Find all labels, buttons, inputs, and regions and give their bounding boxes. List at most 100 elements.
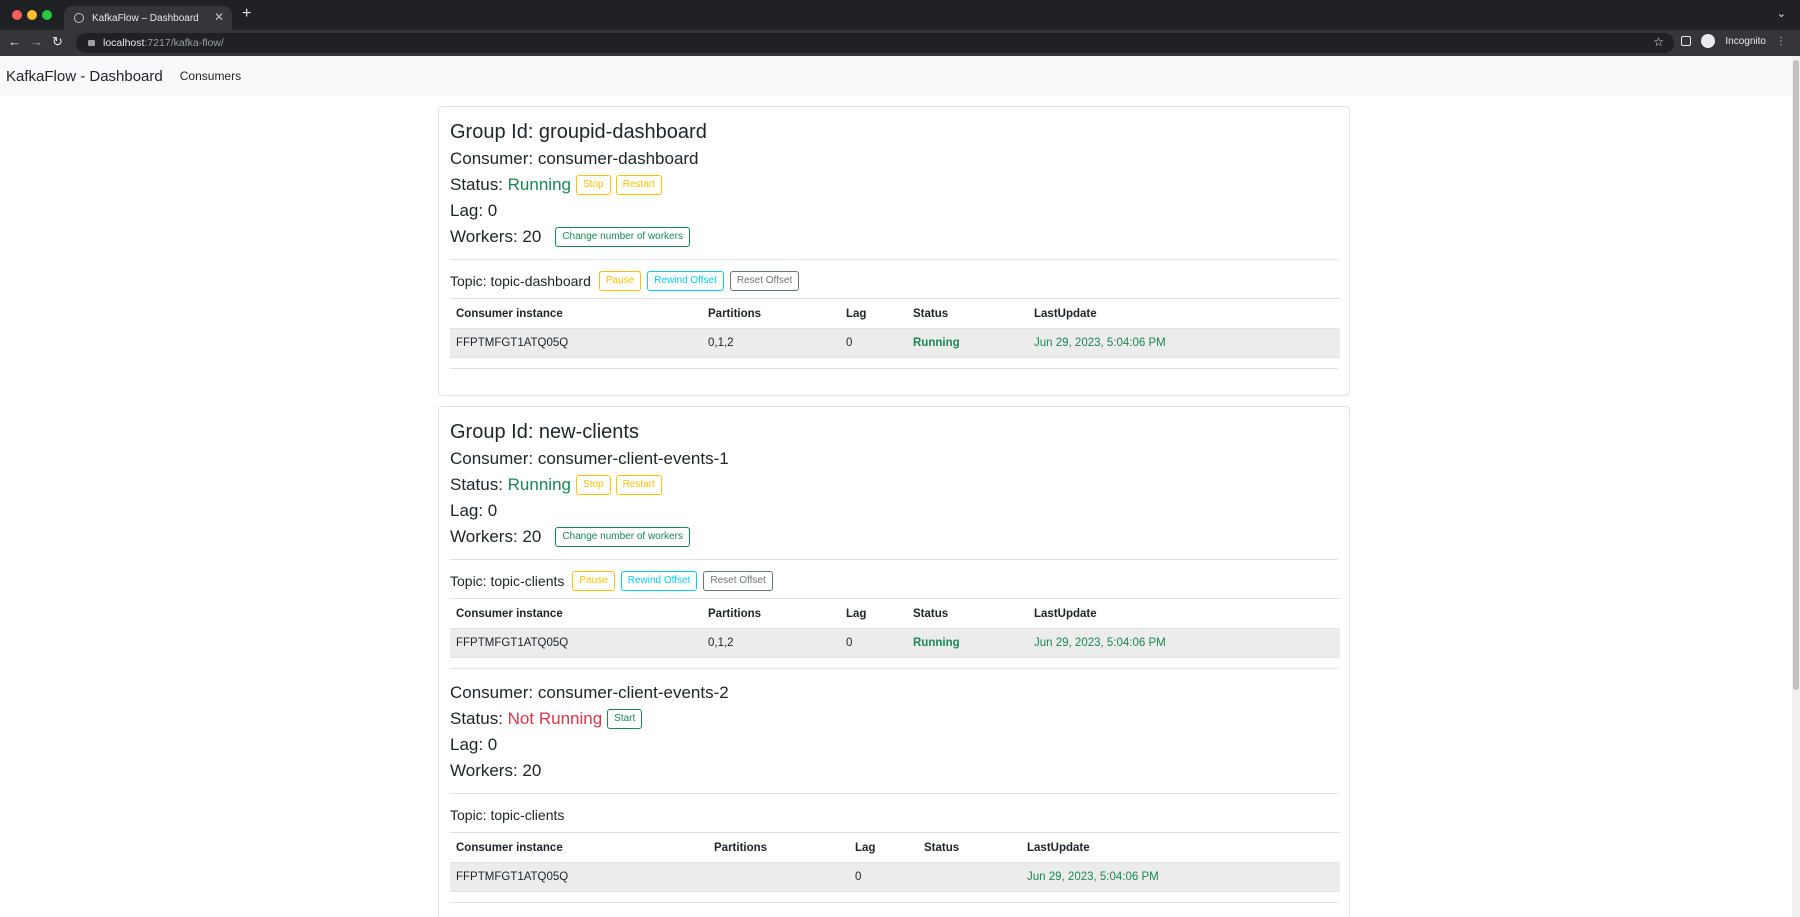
divider [450,559,1338,560]
start-button[interactable]: Start [607,709,643,729]
tab-title: KafkaFlow – Dashboard [92,12,199,24]
reset-offset-button[interactable]: Reset Offset [729,271,800,291]
scrollbar-thumb[interactable] [1793,60,1799,690]
cell-lag: 0 [840,328,907,358]
consumer-name: Consumer: consumer-client-events-2 [450,683,729,702]
cell-last-update: Jun 29, 2023, 5:04:06 PM [1021,862,1340,892]
toolbar-actions: Incognito ⋮ [1681,34,1786,48]
kebab-menu-icon[interactable]: ⋮ [1776,36,1786,47]
navbar-brand[interactable]: KafkaFlow - Dashboard [6,68,163,85]
column-header: Status [907,598,1028,629]
divider [450,259,1338,260]
topic-row: Topic: topic-clients Pause Rewind Offset… [450,570,1338,592]
consumer-lag: Lag: 0 [450,201,498,220]
partitions-table: Consumer instance Partitions Lag Status … [450,298,1340,358]
status-value: Running [507,175,571,194]
column-header: LastUpdate [1028,298,1340,329]
consumer-workers: Workers: 20 Change number of workers [450,525,1338,549]
close-window-icon[interactable] [12,10,22,20]
consumer-name: Consumer: consumer-dashboard [450,149,699,168]
url-path: :7217/kafka-flow/ [144,37,224,49]
nav-link-consumers[interactable]: Consumers [180,69,241,83]
divider [450,793,1338,794]
cell-status [918,862,1021,892]
close-tab-icon[interactable]: ✕ [214,10,224,24]
partitions-table: Consumer instance Partitions Lag Status … [450,598,1340,658]
chevron-down-icon[interactable]: ⌄ [1777,7,1786,20]
column-header: Status [907,298,1028,329]
minimize-window-icon[interactable] [27,10,37,20]
partitions-table: Consumer instance Partitions Lag Status … [450,832,1340,892]
column-header: Lag [840,598,907,629]
table-header: Consumer instance Partitions Lag Status … [450,598,1340,629]
column-header: Consumer instance [450,832,708,863]
cell-partitions: 0,1,2 [702,328,840,358]
navbar: KafkaFlow - Dashboard Consumers [0,56,1792,96]
cell-instance: FFPTMFGT1ATQ05Q [450,862,708,892]
divider [450,902,1338,903]
consumer-workers: Workers: 20 Change number of workers [450,225,1338,249]
forward-icon[interactable]: → [30,34,43,49]
consumer-status: Status: Running Stop Restart [450,173,1338,197]
table-row: FFPTMFGT1ATQ05Q 0,1,2 0 Running Jun 29, … [450,328,1340,358]
column-header: LastUpdate [1028,598,1340,629]
side-panel-icon[interactable] [1681,36,1692,46]
cell-last-update: Jun 29, 2023, 5:04:06 PM [1028,328,1340,358]
table-row: FFPTMFGT1ATQ05Q 0,1,2 0 Running Jun 29, … [450,628,1340,658]
browser-tab-bar: KafkaFlow – Dashboard ✕ + ⌄ [0,0,1800,30]
reset-offset-button[interactable]: Reset Offset [703,571,773,591]
consumer-status: Status: Running Stop Restart [450,473,1338,497]
consumer-name: Consumer: consumer-client-events-1 [450,449,729,468]
globe-icon [74,13,84,23]
cell-status: Running [907,628,1028,658]
topic-name: Topic: topic-clients [450,807,565,823]
divider [450,368,1338,369]
page-viewport: KafkaFlow - Dashboard Consumers Group Id… [0,56,1800,917]
rewind-offset-button[interactable]: Rewind Offset [647,271,724,291]
table-header: Consumer instance Partitions Lag Status … [450,298,1340,329]
cell-lag: 0 [840,628,907,658]
browser-toolbar: ← → ↻ localhost:7217/kafka-flow/ ☆ Incog… [0,30,1800,56]
group-id-heading: Group Id: groupid-dashboard [450,121,707,143]
star-icon[interactable]: ☆ [1653,35,1664,49]
address-bar[interactable]: localhost:7217/kafka-flow/ ☆ [76,33,1674,53]
column-header: Consumer instance [450,298,702,329]
group-card: Group Id: new-clients Consumer: consumer… [438,406,1350,917]
change-workers-button[interactable]: Change number of workers [555,227,690,247]
change-workers-button[interactable]: Change number of workers [555,527,690,547]
back-icon[interactable]: ← [8,34,21,49]
cell-partitions [708,862,849,892]
topic-name: Topic: topic-clients [450,573,565,589]
pause-button[interactable]: Pause [572,571,615,591]
profile-label[interactable]: Incognito [1725,36,1766,47]
reload-icon[interactable]: ↻ [52,34,63,50]
topic-name: Topic: topic-dashboard [450,273,591,289]
column-header: Lag [849,832,918,863]
status-label: Status: [450,709,503,728]
workers-value: Workers: 20 [450,227,542,246]
cell-last-update: Jun 29, 2023, 5:04:06 PM [1028,628,1340,658]
maximize-window-icon[interactable] [42,10,52,20]
column-header: Status [918,832,1021,863]
restart-button[interactable]: Restart [615,475,662,495]
consumer-status: Status: Not Running Start [450,707,1338,731]
cell-status: Running [907,328,1028,358]
column-header: Partitions [702,298,840,329]
restart-button[interactable]: Restart [615,175,662,195]
stop-button[interactable]: Stop [575,175,611,195]
status-value: Running [507,475,571,494]
pause-button[interactable]: Pause [598,271,642,291]
topic-row: Topic: topic-dashboard Pause Rewind Offs… [450,270,1338,292]
cell-lag: 0 [849,862,918,892]
page-scrollbar[interactable] [1792,56,1800,917]
incognito-icon[interactable] [1701,34,1716,48]
stop-button[interactable]: Stop [575,475,611,495]
column-header: LastUpdate [1021,832,1340,863]
table-row: FFPTMFGT1ATQ05Q 0 Jun 29, 2023, 5:04:06 … [450,862,1340,892]
rewind-offset-button[interactable]: Rewind Offset [620,571,698,591]
consumer-workers: Workers: 20 [450,761,542,780]
table-header: Consumer instance Partitions Lag Status … [450,832,1340,863]
new-tab-button[interactable]: + [242,5,251,23]
browser-tab[interactable]: KafkaFlow – Dashboard ✕ [64,6,232,30]
cell-instance: FFPTMFGT1ATQ05Q [450,328,702,358]
